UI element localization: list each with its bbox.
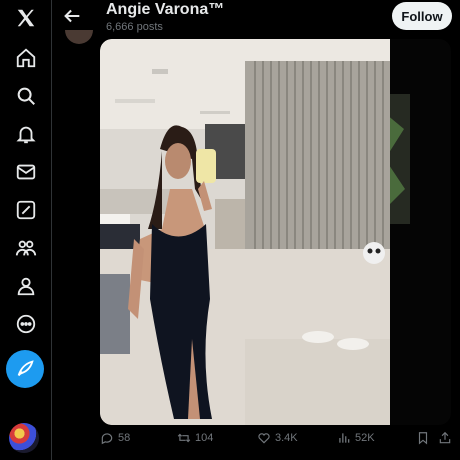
post-photo [100,39,390,425]
views-button[interactable]: 52K [337,431,375,445]
back-arrow-icon[interactable] [61,5,83,27]
profile-icon[interactable] [6,268,46,304]
repost-icon [177,433,191,443]
compose-post-button[interactable] [6,350,44,388]
reply-count: 58 [118,432,131,444]
share-icon [439,431,451,444]
communities-icon[interactable] [6,230,46,266]
photo-illustration [100,39,390,425]
post-count: 6,666 posts [106,21,163,33]
profile-header: Angie Varona™ 6,666 posts Follow [53,0,460,44]
account-avatar[interactable] [9,423,39,453]
post-media[interactable] [100,39,451,425]
more-icon[interactable] [6,306,46,342]
bookmark-icon [418,432,428,445]
reply-icon [101,433,113,445]
share-button[interactable] [438,431,452,445]
heart-icon [258,433,270,444]
like-count: 3.4K [275,432,298,444]
reply-button[interactable]: 58 [100,431,130,445]
home-icon[interactable] [6,40,46,76]
follow-button[interactable]: Follow [392,2,452,30]
page-title: Angie Varona™ [106,1,225,18]
grok-icon[interactable] [6,192,46,228]
post-action-bar: 58 104 3.4K 52K [100,431,460,453]
views-icon [339,433,350,443]
repost-button[interactable]: 104 [177,431,213,445]
views-count: 52K [355,432,375,444]
header-avatar [65,30,93,44]
repost-count: 104 [195,432,214,444]
like-button[interactable]: 3.4K [257,431,298,445]
photo-right-edge [390,39,451,425]
messages-icon[interactable] [6,154,46,190]
notifications-icon[interactable] [6,116,46,152]
left-navigation [0,0,52,460]
bookmark-button[interactable] [416,431,430,445]
search-icon[interactable] [6,78,46,114]
x-logo-icon[interactable] [6,0,46,36]
